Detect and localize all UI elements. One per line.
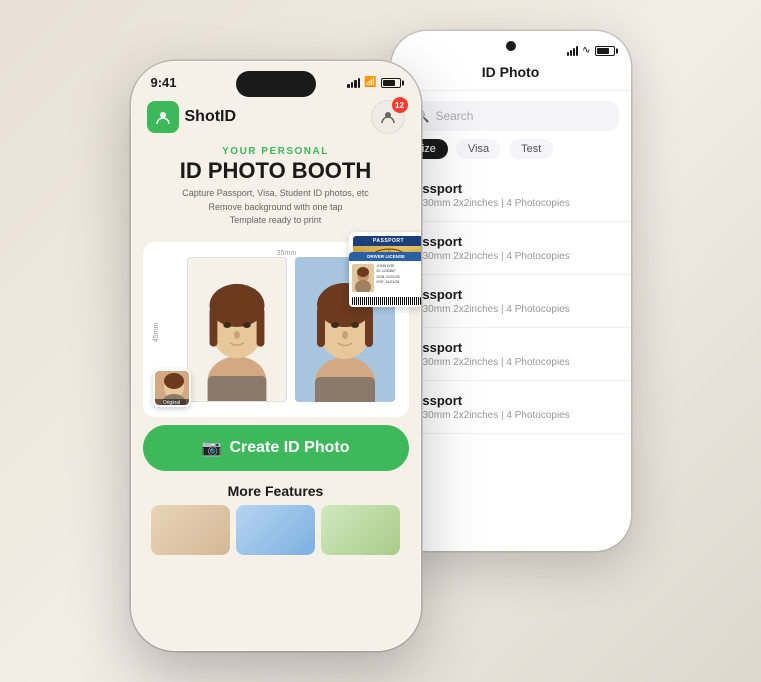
search-placeholder: Search bbox=[435, 109, 473, 123]
license-person bbox=[352, 264, 374, 292]
create-id-photo-button[interactable]: 📷 Create ID Photo bbox=[143, 425, 409, 471]
photo-preview-area: 35mm 45mm bbox=[143, 242, 409, 417]
passport-title-1: Passport bbox=[407, 181, 615, 196]
passport-title-2: Passport bbox=[407, 234, 615, 249]
battery-icon bbox=[381, 78, 401, 88]
person-photo-left bbox=[188, 258, 286, 401]
license-header: DRIVER LICENSE bbox=[349, 252, 421, 261]
more-features-title: More Features bbox=[147, 483, 405, 499]
front-notch bbox=[236, 71, 316, 97]
hero-subtitle: YOUR PERSONAL bbox=[147, 146, 405, 157]
person-icon bbox=[380, 109, 396, 125]
shotid-logo-svg bbox=[153, 107, 173, 127]
license-info: JOHN DOE ID: 1234567 DOB: 01/01/90 EXP: … bbox=[377, 264, 400, 292]
logo-icon bbox=[147, 101, 179, 133]
passport-list: Passport 40x30mm 2x2inches | 4 Photocopi… bbox=[391, 169, 631, 434]
notification-badge: 12 bbox=[392, 97, 408, 113]
signal-icon bbox=[347, 78, 360, 88]
filter-tab-visa[interactable]: Visa bbox=[456, 139, 501, 159]
app-logo: ShotID bbox=[147, 101, 237, 133]
feature-item-3 bbox=[321, 505, 400, 555]
hero-title: ID PHOTO BOOTH bbox=[147, 159, 405, 183]
passport-row-5[interactable]: Passport 40x30mm 2x2inches | 4 Photocopi… bbox=[391, 381, 631, 434]
thumbnail-label: Original bbox=[155, 399, 189, 407]
hero-description: Capture Passport, Visa, Student ID photo… bbox=[147, 187, 405, 228]
passport-row-2[interactable]: Passport 40x30mm 2x2inches | 4 Photocopi… bbox=[391, 222, 631, 275]
passport-title-5: Passport bbox=[407, 393, 615, 408]
profile-button[interactable]: 12 bbox=[371, 100, 405, 134]
passport-row-1[interactable]: Passport 40x30mm 2x2inches | 4 Photocopi… bbox=[391, 169, 631, 222]
features-row bbox=[147, 505, 405, 555]
battery-fill bbox=[383, 80, 395, 86]
phones-wrapper: 9:41 📶 Sh bbox=[131, 31, 631, 651]
app-header: ShotID 12 bbox=[131, 94, 421, 142]
camera-icon: 📷 bbox=[202, 438, 222, 458]
photo-left-box bbox=[187, 257, 287, 402]
passport-sub-2: 40x30mm 2x2inches | 4 Photocopies bbox=[407, 251, 615, 262]
status-time: 9:41 bbox=[151, 75, 177, 90]
back-signal-icon bbox=[567, 46, 578, 56]
passport-sub-5: 40x30mm 2x2inches | 4 Photocopies bbox=[407, 410, 615, 421]
license-card: DRIVER LICENSE JOHN DOE ID: 1234567 bbox=[349, 252, 421, 307]
back-battery-icon bbox=[595, 46, 615, 56]
feature-item-1 bbox=[151, 505, 230, 555]
license-barcode bbox=[352, 297, 421, 305]
passport-sub-4: 40x30mm 2x2inches | 4 Photocopies bbox=[407, 357, 615, 368]
passport-header: PASSPORT bbox=[353, 236, 421, 246]
back-phone-header: ID Photo bbox=[391, 60, 631, 91]
filter-tab-test[interactable]: Test bbox=[509, 139, 553, 159]
back-header-title: ID Photo bbox=[482, 64, 540, 80]
passport-sub-1: 40x30mm 2x2inches | 4 Photocopies bbox=[407, 198, 615, 209]
hero-section: YOUR PERSONAL ID PHOTO BOOTH Capture Pas… bbox=[131, 142, 421, 236]
search-bar[interactable]: 🔍 Search bbox=[403, 101, 619, 131]
feature-item-2 bbox=[236, 505, 315, 555]
passport-row-4[interactable]: Passport 40x30mm 2x2inches | 4 Photocopi… bbox=[391, 328, 631, 381]
cta-label: Create ID Photo bbox=[229, 439, 349, 457]
back-battery-fill bbox=[597, 48, 609, 54]
more-features-section: More Features bbox=[131, 479, 421, 561]
thumbnail-original: Original bbox=[153, 369, 191, 407]
license-body: JOHN DOE ID: 1234567 DOB: 01/01/90 EXP: … bbox=[349, 261, 421, 295]
app-name: ShotID bbox=[185, 108, 237, 126]
filter-tabs: Size Visa Test bbox=[391, 139, 631, 169]
back-notch bbox=[506, 41, 516, 51]
phone-front: 9:41 📶 Sh bbox=[131, 61, 421, 651]
passport-sub-3: 40x30mm 2x2inches | 4 Photocopies bbox=[407, 304, 615, 315]
back-wifi-icon: ∿ bbox=[582, 45, 590, 56]
wifi-icon: 📶 bbox=[364, 77, 376, 88]
status-icons: 📶 bbox=[347, 77, 400, 88]
passport-title-4: Passport bbox=[407, 340, 615, 355]
passport-row-3[interactable]: Passport 40x30mm 2x2inches | 4 Photocopi… bbox=[391, 275, 631, 328]
license-photo bbox=[352, 264, 374, 292]
phone-back: ∿ ID Photo 🔍 Search Size Visa Test Passp… bbox=[391, 31, 631, 551]
passport-title-3: Passport bbox=[407, 287, 615, 302]
